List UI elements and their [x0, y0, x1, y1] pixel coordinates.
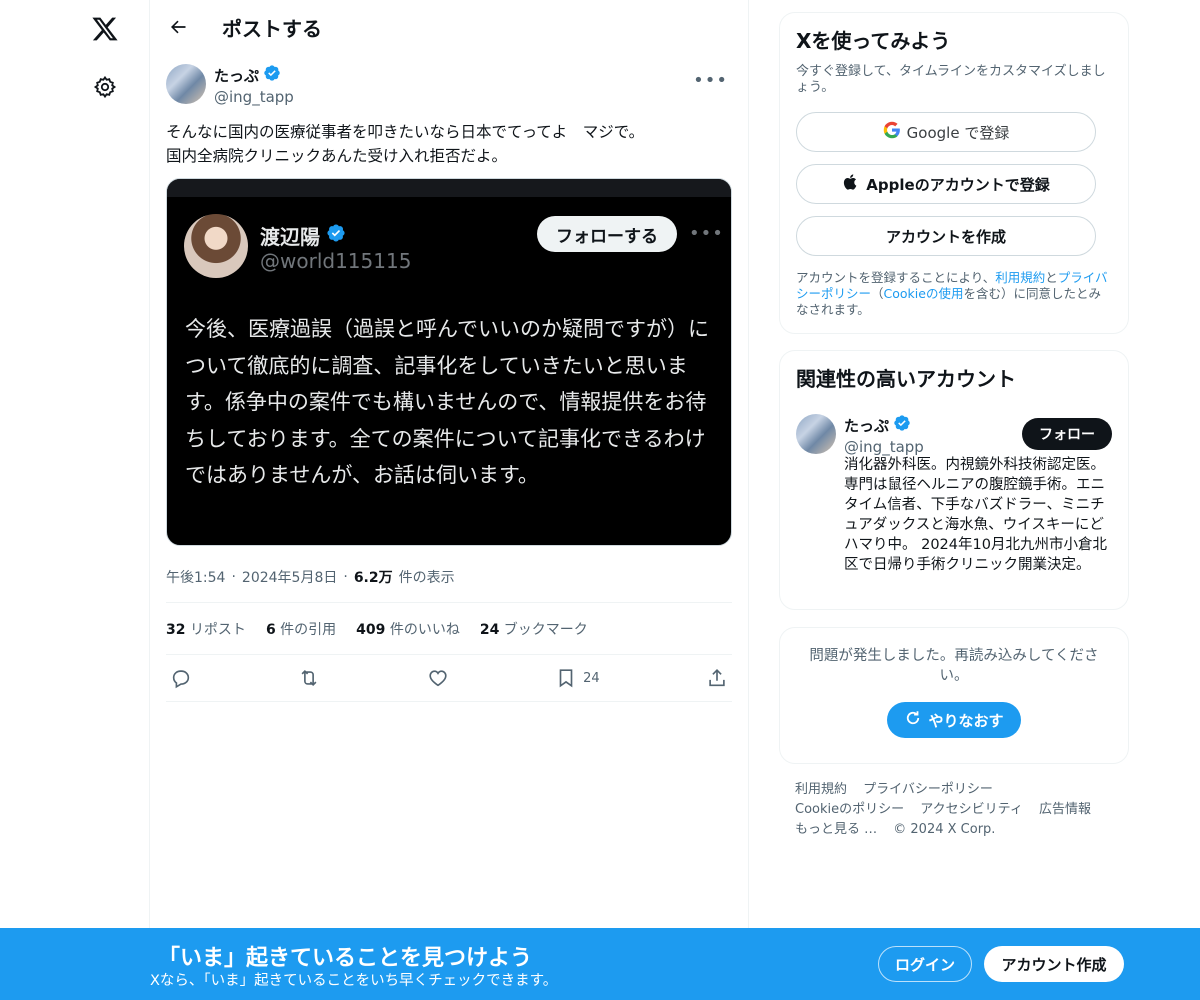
retry-button[interactable]: やりなおす	[887, 702, 1021, 738]
google-icon	[883, 121, 901, 143]
apple-icon	[842, 173, 860, 195]
avatar[interactable]	[796, 414, 836, 454]
cookie-link[interactable]: Cookieの使用	[884, 286, 964, 301]
apple-signup-button[interactable]: Appleのアカウントで登録	[796, 164, 1096, 204]
embed-more-icon: •••	[689, 223, 724, 244]
post-stats: 32 リポスト 6 件の引用 409 件のいいね 24 ブックマーク	[166, 602, 732, 654]
post-text: そんなに国内の医療従事者を叩きたいなら日本でてってよ マジで。 国内全病院クリニ…	[166, 123, 645, 165]
action-bar: 24	[166, 654, 732, 702]
google-signup-button[interactable]: Google で登録	[796, 112, 1096, 152]
author-handle[interactable]: @ing_tapp	[214, 87, 294, 107]
reply-icon[interactable]	[170, 667, 192, 689]
footer-more-link[interactable]: もっと見る …	[795, 822, 877, 837]
footer-link[interactable]: アクセシビリティ	[920, 802, 1023, 817]
gear-icon[interactable]	[92, 74, 118, 100]
footer-link[interactable]: プライバシーポリシー	[863, 782, 993, 797]
post-date[interactable]: 2024年5月8日	[242, 567, 337, 587]
related-account[interactable]: たっぷ @ing_tapp フォロー	[796, 414, 1112, 457]
stat-quotes[interactable]: 6 件の引用	[266, 619, 336, 639]
related-name[interactable]: たっぷ	[844, 416, 889, 436]
top-bar: ポストする	[150, 0, 748, 54]
error-card: 問題が発生しました。再読み込みしてください。 やりなおす	[779, 627, 1129, 764]
refresh-icon	[904, 709, 922, 731]
post-time[interactable]: 午後1:54	[166, 567, 225, 587]
related-title: 関連性の高いアカウント	[796, 367, 1016, 391]
signup-legal-text: アカウントを登録することにより、利用規約とプライバシーポリシー（Cookieの使…	[796, 270, 1108, 317]
stat-likes[interactable]: 409 件のいいね	[356, 619, 460, 639]
views-label: 件の表示	[398, 570, 455, 586]
embedded-image[interactable]: 渡辺陽 @world115115 フォローする ••• 今後、医療過誤（過誤と呼…	[166, 178, 732, 546]
like-icon[interactable]	[427, 667, 449, 689]
author-row: たっぷ @ing_tapp •••	[166, 64, 732, 112]
signup-button[interactable]: アカウント作成	[984, 946, 1124, 982]
embed-text: 今後、医療過誤（過誤と呼んでいいのか疑問ですが）について徹底的に調査、記事化をし…	[185, 317, 709, 487]
back-arrow-icon[interactable]	[166, 15, 190, 39]
embed-follow-button: フォローする	[537, 216, 677, 252]
banner-subtitle: Xなら、「いま」起きていることをいち早くチェックできます。	[150, 973, 558, 989]
footer-link[interactable]: 利用規約	[795, 782, 847, 797]
verified-badge-icon	[263, 64, 281, 87]
left-nav	[0, 0, 150, 1000]
x-logo-icon[interactable]	[88, 12, 122, 46]
page-title: ポストする	[222, 16, 322, 41]
embed-author-name: 渡辺陽	[260, 225, 320, 249]
embed-author-handle: @world115115	[260, 249, 412, 273]
bookmark-count: 24	[583, 670, 600, 686]
terms-link[interactable]: 利用規約	[995, 270, 1045, 285]
signup-subtitle: 今すぐ登録して、タイムラインをカスタマイズしましょう。	[796, 64, 1106, 95]
error-text: 問題が発生しました。再読み込みしてください。	[809, 648, 1099, 684]
author-name[interactable]: たっぷ	[214, 66, 259, 86]
repost-icon[interactable]	[298, 667, 320, 689]
post-meta: 午後1:54 · 2024年5月8日 · 6.2万 件の表示	[166, 567, 455, 587]
stat-reposts[interactable]: 32 リポスト	[166, 619, 246, 639]
related-bio: 消化器外科医。内視鏡外科技術認定医。専門は鼠径ヘルニアの腹腔鏡手術。エニタイム信…	[844, 457, 1107, 573]
stat-bookmarks[interactable]: 24 ブックマーク	[480, 619, 588, 639]
share-icon[interactable]	[706, 667, 728, 689]
views-count: 6.2万	[353, 570, 393, 586]
more-icon[interactable]: •••	[693, 70, 728, 91]
signup-title: Xを使ってみよう	[796, 29, 951, 53]
create-account-button[interactable]: アカウントを作成	[796, 216, 1096, 256]
copyright: © 2024 X Corp.	[893, 822, 996, 837]
banner-title: 「いま」起きていることを見つけよう	[158, 946, 533, 971]
footer-links: 利用規約 プライバシーポリシー Cookieのポリシー アクセシビリティ 広告情…	[795, 780, 1115, 840]
bottom-banner: 「いま」起きていることを見つけよう Xなら、「いま」起きていることをいち早くチェ…	[0, 928, 1200, 1000]
bookmark-icon[interactable]: 24	[555, 667, 600, 689]
follow-button[interactable]: フォロー	[1022, 418, 1112, 450]
verified-badge-icon	[326, 223, 346, 248]
avatar[interactable]	[166, 64, 206, 104]
related-accounts-card: 関連性の高いアカウント たっぷ @ing_tapp フォロー 消化器外科医。内視…	[779, 350, 1129, 610]
embed-avatar	[184, 214, 248, 278]
post: たっぷ @ing_tapp ••• そんなに国内の医療従事者を叩きたいなら日本で…	[150, 54, 748, 702]
login-button[interactable]: ログイン	[878, 946, 972, 982]
verified-badge-icon	[893, 414, 911, 437]
related-handle[interactable]: @ing_tapp	[844, 437, 924, 457]
footer-link[interactable]: Cookieのポリシー	[795, 802, 904, 817]
footer-link[interactable]: 広告情報	[1039, 802, 1091, 817]
signup-card: Xを使ってみよう 今すぐ登録して、タイムラインをカスタマイズしましょう。 Goo…	[779, 12, 1129, 334]
main-column: ポストする たっぷ @ing_tapp ••• そんなに国内の医療従事者を叩きた…	[149, 0, 749, 1000]
